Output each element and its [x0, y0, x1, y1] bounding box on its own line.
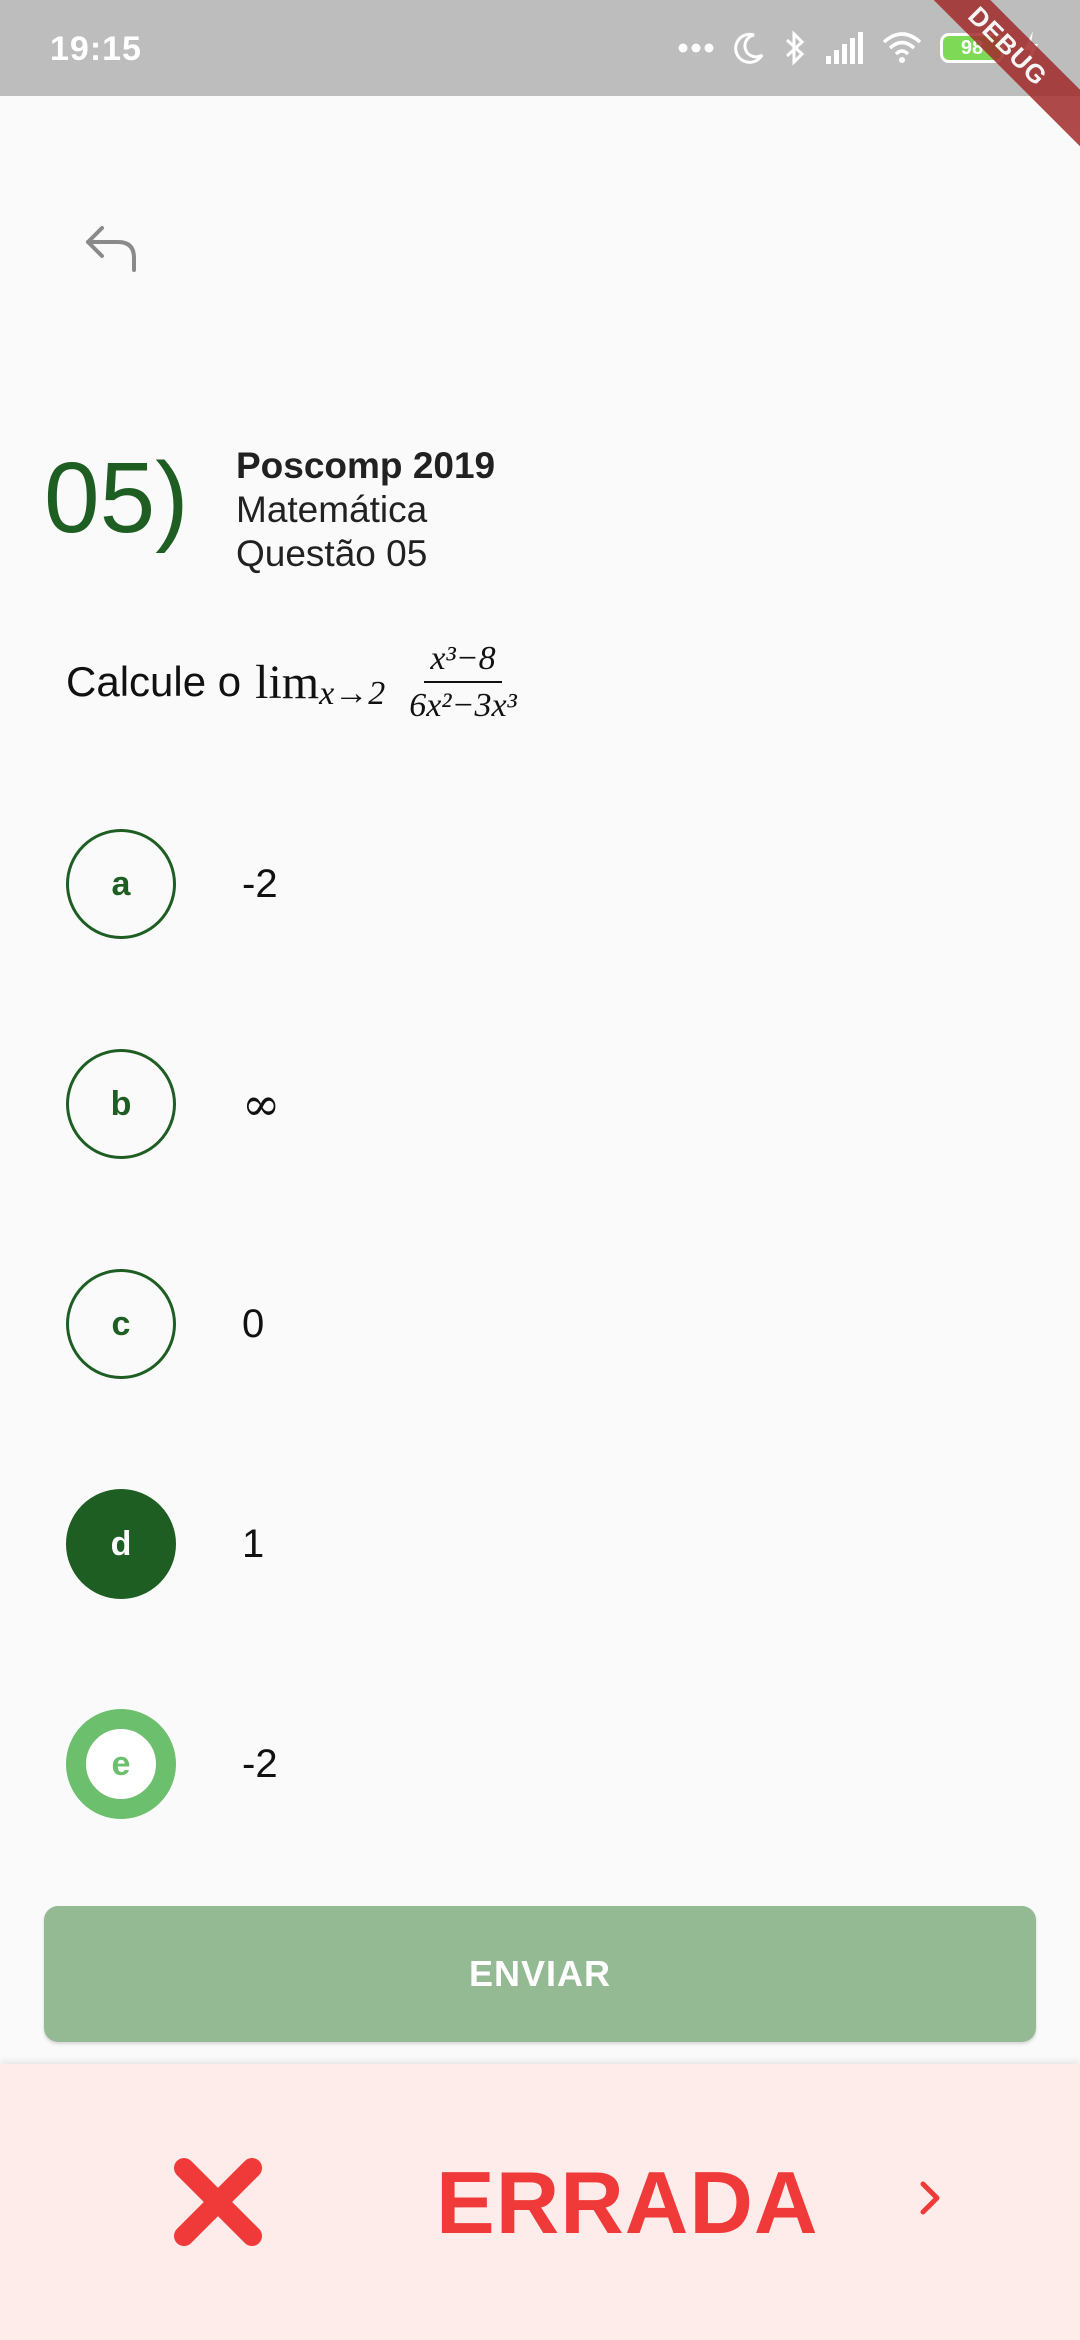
status-bar: 19:15 98 — [0, 0, 1080, 96]
limit-word: lim — [255, 655, 320, 709]
option-value: -2 — [242, 1741, 278, 1786]
next-button[interactable] — [900, 2170, 960, 2230]
bluetooth-icon — [784, 30, 806, 66]
wrong-x-icon — [170, 2154, 266, 2250]
question-statement: Calcule o lim x→2 x³−8 6x²−3x³ — [66, 640, 523, 725]
chevron-right-icon — [915, 2178, 945, 2223]
option-e[interactable]: e -2 — [66, 1709, 278, 1819]
exam-name: Poscomp 2019 — [236, 445, 496, 486]
submit-button[interactable]: ENVIAR — [44, 1906, 1036, 2042]
signal-icon — [824, 32, 864, 64]
wifi-icon — [882, 32, 922, 64]
result-label: ERRADA — [436, 2153, 819, 2252]
fraction-numerator: x³−8 — [424, 640, 502, 684]
question-number: 05) — [44, 442, 189, 554]
option-letter-circle[interactable]: b — [66, 1049, 176, 1159]
option-d[interactable]: d 1 — [66, 1489, 264, 1599]
option-value: 0 — [242, 1301, 265, 1346]
more-dots-icon — [678, 42, 714, 54]
option-letter-circle[interactable]: a — [66, 829, 176, 939]
status-time: 19:15 — [50, 30, 142, 68]
limit-fraction: x³−8 6x²−3x³ — [403, 640, 523, 725]
option-value: ∞ — [242, 1077, 281, 1131]
option-value: -2 — [242, 861, 278, 906]
option-b[interactable]: b ∞ — [66, 1049, 280, 1159]
option-c[interactable]: c 0 — [66, 1269, 264, 1379]
option-letter-circle[interactable]: c — [66, 1269, 176, 1379]
back-button[interactable] — [72, 210, 152, 290]
question-meta: Poscomp 2019 Matemática Questão 05 — [236, 444, 495, 576]
statement-text: Calcule o — [66, 658, 242, 706]
option-a[interactable]: a -2 — [66, 829, 278, 939]
subject-name: Matemática — [236, 489, 428, 530]
question-label: Questão 05 — [236, 533, 428, 574]
limit-subscript: x→2 — [319, 675, 386, 713]
option-letter-circle[interactable]: e — [66, 1709, 176, 1819]
moon-icon — [732, 31, 766, 65]
option-value: 1 — [242, 1521, 265, 1566]
result-panel: ERRADA — [0, 2064, 1080, 2340]
undo-arrow-icon — [84, 222, 140, 279]
option-letter-circle[interactable]: d — [66, 1489, 176, 1599]
fraction-denominator: 6x²−3x³ — [409, 687, 517, 725]
